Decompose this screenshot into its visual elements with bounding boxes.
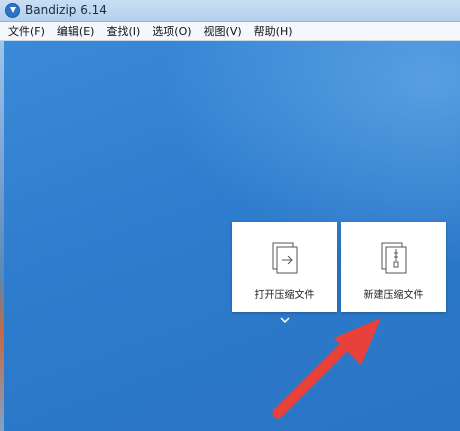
new-archive-button[interactable]: 新建压缩文件 xyxy=(341,222,446,312)
title-bar[interactable]: Bandizip 6.14 xyxy=(0,0,460,22)
new-archive-label: 新建压缩文件 xyxy=(363,290,424,301)
menu-edit[interactable]: 编辑(E) xyxy=(57,23,95,39)
open-archive-label: 打开压缩文件 xyxy=(254,290,315,301)
menu-file[interactable]: 文件(F) xyxy=(8,23,45,39)
chevron-down-icon[interactable] xyxy=(278,315,292,325)
new-archive-icon xyxy=(381,242,407,274)
open-archive-icon xyxy=(272,242,298,274)
window-edge xyxy=(0,41,4,431)
menu-find[interactable]: 查找(I) xyxy=(106,23,140,39)
window-title: Bandizip 6.14 xyxy=(25,3,107,17)
open-archive-button[interactable]: 打开压缩文件 xyxy=(232,222,337,312)
menu-view[interactable]: 视图(V) xyxy=(204,23,242,39)
menu-bar: 文件(F) 编辑(E) 查找(I) 选项(O) 视图(V) 帮助(H) xyxy=(0,22,460,41)
bandizip-icon xyxy=(5,3,20,18)
menu-options[interactable]: 选项(O) xyxy=(152,23,191,39)
menu-help[interactable]: 帮助(H) xyxy=(254,23,293,39)
